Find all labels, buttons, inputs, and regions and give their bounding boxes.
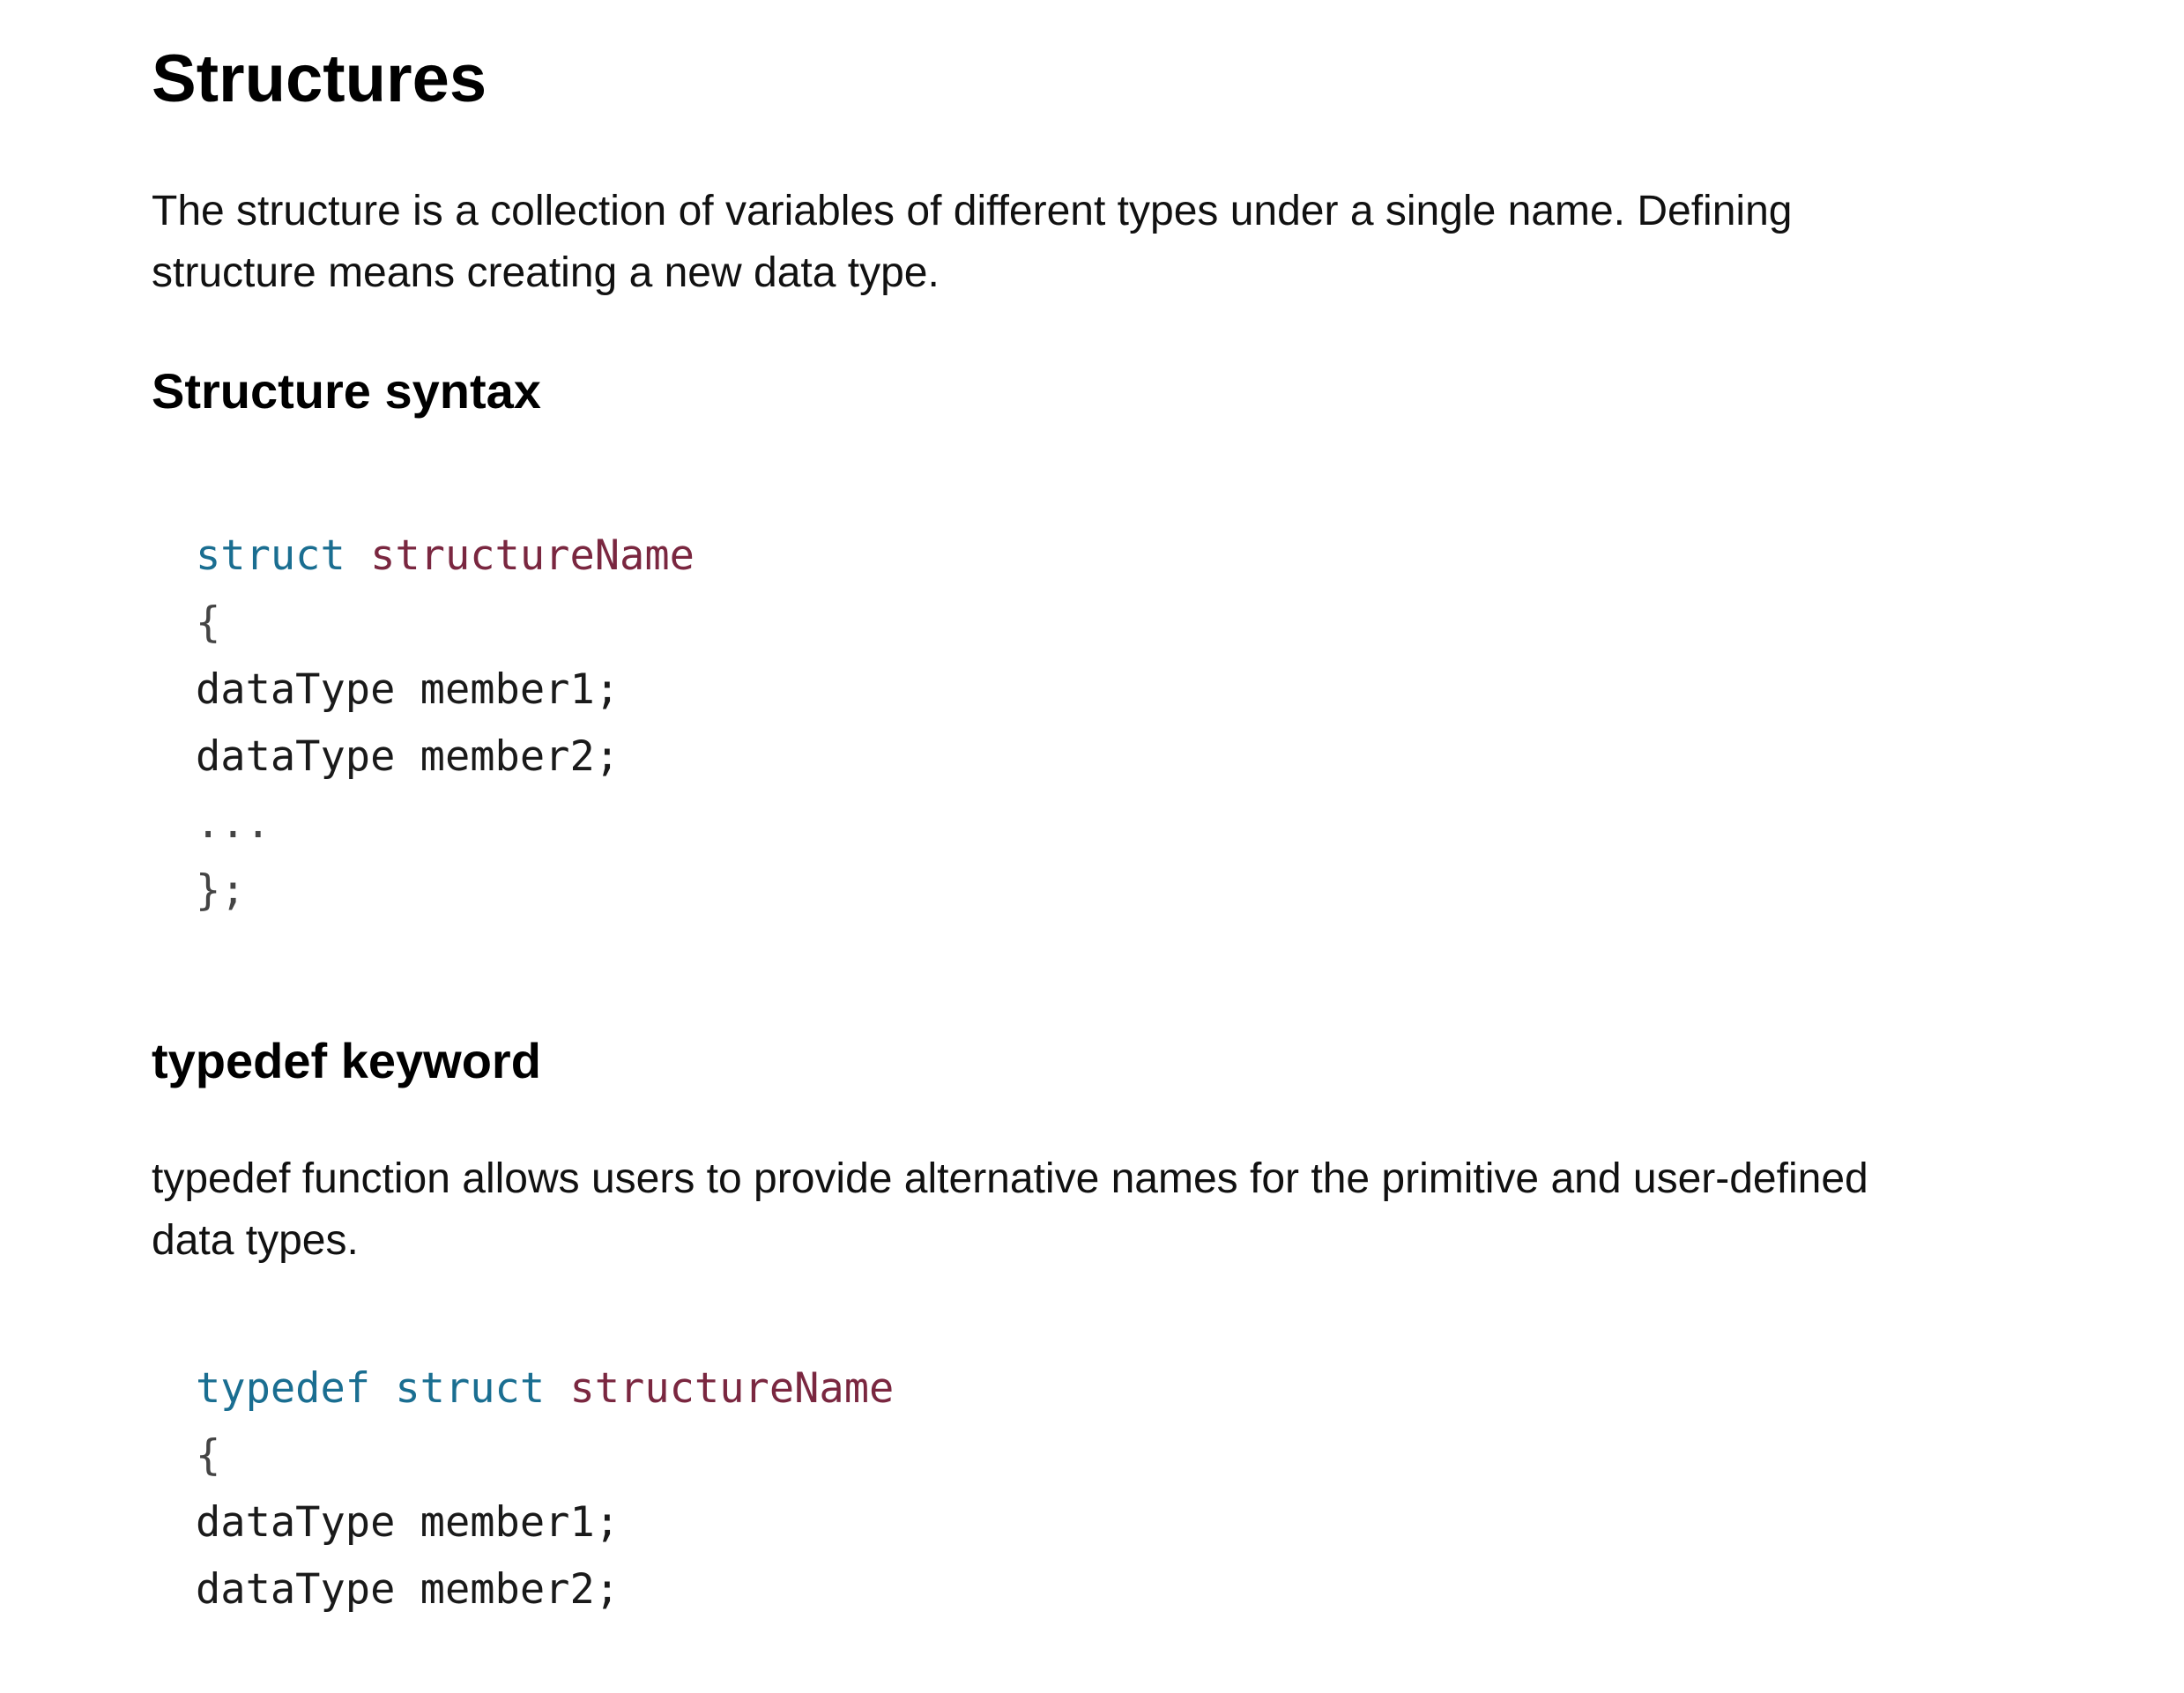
code-line-open-brace: { [196,598,221,647]
intro-line-1: The structure is a collection of variabl… [152,188,1793,234]
structure-syntax-code-block: struct structureName { dataType member1;… [196,523,695,924]
typedef-desc-line-1: typedef function allows users to provide… [152,1155,1868,1202]
intro-paragraph: The structure is a collection of variabl… [152,181,2038,304]
page-title: Structures [152,41,487,116]
code-keyword-typedef: typedef [196,1364,371,1413]
structure-syntax-heading: Structure syntax [152,363,541,419]
typedef-code-block: typedef struct structureName { dataType … [196,1355,894,1623]
code-keyword-struct: struct [196,531,345,580]
code-line-typedef-declaration: typedef struct structureName [196,1355,894,1422]
code-keyword-struct: struct [395,1364,546,1413]
code-line-member2: dataType member2; [196,1565,620,1614]
typedef-keyword-heading: typedef keyword [152,1033,541,1088]
code-line-close-brace: }; [196,866,246,915]
code-line-ellipsis: ... [196,799,271,848]
code-line-declaration: struct structureName [196,523,695,590]
code-line-member1: dataType member1; [196,665,620,714]
code-line-member2: dataType member2; [196,732,620,781]
code-line-member1: dataType member1; [196,1498,620,1547]
intro-line-2: structure means creating a new data type… [152,249,940,296]
typedef-desc-line-2: data types. [152,1217,359,1264]
typedef-description-paragraph: typedef function allows users to provide… [152,1148,2038,1272]
code-structure-name: structureName [370,531,695,580]
code-line-open-brace: { [196,1431,221,1480]
code-structure-name: structureName [569,1364,895,1413]
